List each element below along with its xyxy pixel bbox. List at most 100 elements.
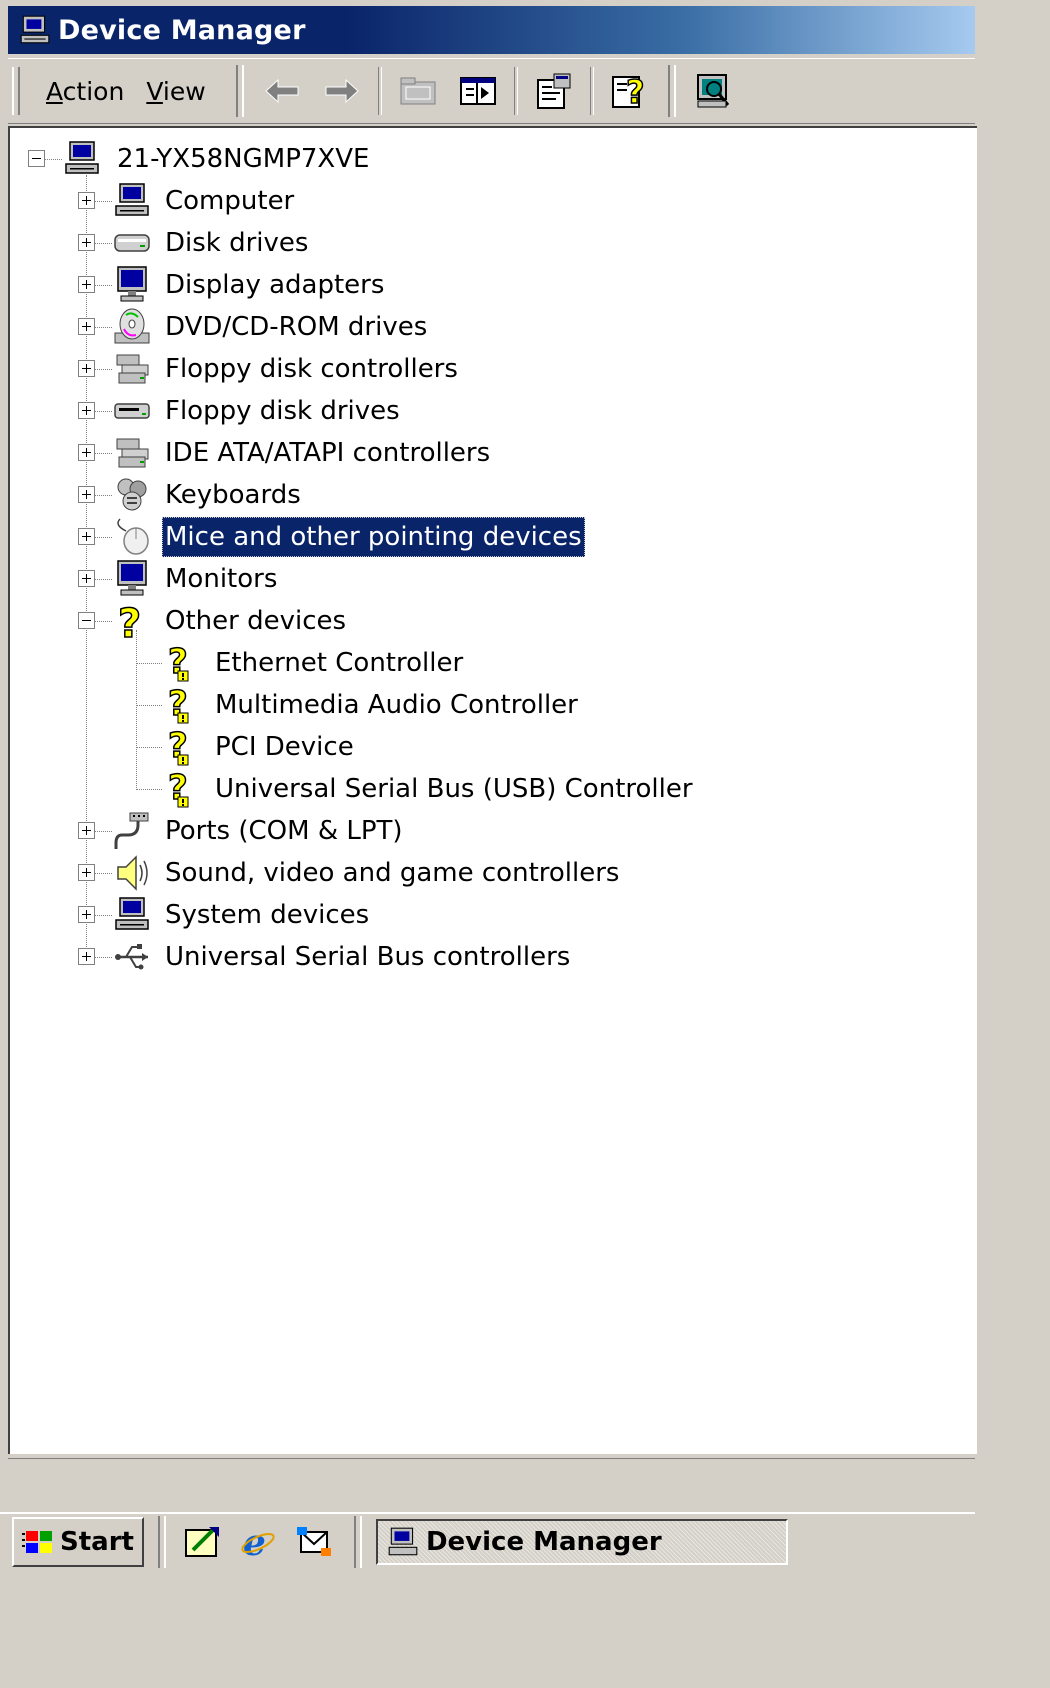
scan-hardware-button[interactable] <box>691 68 737 114</box>
tree-category[interactable]: Disk drives <box>10 222 970 264</box>
tree-category[interactable]: Monitors <box>10 558 970 600</box>
show-desktop-button[interactable] <box>182 1522 222 1562</box>
collapse-toggle[interactable] <box>78 612 95 629</box>
tree-line <box>95 873 112 874</box>
expand-toggle[interactable] <box>78 948 95 965</box>
tree-line <box>95 453 112 454</box>
tree-line <box>45 159 62 160</box>
tree-line <box>95 495 112 496</box>
tree-item-label[interactable]: Disk drives <box>162 223 311 263</box>
tree-item-label[interactable]: Multimedia Audio Controller <box>212 685 581 725</box>
expand-toggle[interactable] <box>78 360 95 377</box>
controller-icon <box>116 438 149 468</box>
expand-toggle[interactable] <box>78 906 95 923</box>
collapse-toggle[interactable] <box>28 150 45 167</box>
device-tree[interactable]: 21-YX58NGMP7XVE Computer Disk drives Displa… <box>10 128 977 1454</box>
device-tree-pane[interactable]: 21-YX58NGMP7XVE Computer Disk drives Displa… <box>8 126 977 1454</box>
expand-toggle[interactable] <box>78 444 95 461</box>
monitor-icon <box>117 560 147 596</box>
start-label: Start <box>60 1527 134 1557</box>
tree-category[interactable]: ? Other devices <box>10 600 970 642</box>
tree-category[interactable]: IDE ATA/ATAPI controllers <box>10 432 970 474</box>
tree-item-label[interactable]: 21-YX58NGMP7XVE <box>114 139 372 179</box>
forward-button[interactable] <box>319 68 365 114</box>
monitor-icon <box>117 266 147 302</box>
title-bar[interactable]: Device Manager <box>8 6 975 54</box>
tree-line <box>95 369 112 370</box>
tree-item-label[interactable]: Ethernet Controller <box>212 643 466 683</box>
tree-item-label[interactable]: System devices <box>162 895 372 935</box>
tree-category[interactable]: DVD/CD-ROM drives <box>10 306 970 348</box>
tree-line <box>136 789 162 790</box>
expand-toggle[interactable] <box>78 318 95 335</box>
expand-toggle[interactable] <box>78 192 95 209</box>
tree-device[interactable]: ? Multimedia Audio Controller <box>10 684 970 726</box>
tree-item-label[interactable]: Floppy disk controllers <box>162 349 461 389</box>
tree-item-label[interactable]: Ports (COM & LPT) <box>162 811 406 851</box>
tree-item-label[interactable]: DVD/CD-ROM drives <box>162 307 430 347</box>
warning-question-icon: ? <box>167 769 189 809</box>
tree-item-label[interactable]: PCI Device <box>212 727 357 767</box>
show-hide-console-tree-button[interactable] <box>455 68 501 114</box>
tree-item-label[interactable]: Floppy disk drives <box>162 391 403 431</box>
tree-category[interactable]: Sound, video and game controllers <box>10 852 970 894</box>
tree-item-label[interactable]: IDE ATA/ATAPI controllers <box>162 433 493 473</box>
tree-category[interactable]: Floppy disk controllers <box>10 348 970 390</box>
help-icon: ? <box>611 72 645 111</box>
expand-toggle[interactable] <box>78 570 95 587</box>
computer-icon <box>20 15 50 44</box>
mouse-icon <box>117 518 149 555</box>
expand-toggle[interactable] <box>78 528 95 545</box>
expand-toggle[interactable] <box>78 234 95 251</box>
tree-category[interactable]: Computer <box>10 180 970 222</box>
tree-item-label[interactable]: Universal Serial Bus controllers <box>162 937 573 977</box>
toolbar: Action View ? <box>8 58 975 124</box>
tree-item-label[interactable]: Other devices <box>162 601 349 641</box>
toolbar-grip[interactable] <box>12 67 20 115</box>
tree-device[interactable]: ? Universal Serial Bus (USB) Controller <box>10 768 970 810</box>
tree-line <box>95 327 112 328</box>
up-button[interactable] <box>395 68 441 114</box>
internet-explorer-icon: e <box>241 1523 275 1561</box>
tree-device[interactable]: ? Ethernet Controller <box>10 642 970 684</box>
right-arrow-icon <box>325 78 359 104</box>
port-icon <box>114 812 149 849</box>
menu-action[interactable]: Action <box>26 77 146 106</box>
menu-action-label: ction <box>62 76 125 106</box>
start-button[interactable]: Start <box>12 1517 144 1567</box>
status-bar <box>8 1458 975 1507</box>
expand-toggle[interactable] <box>78 402 95 419</box>
tree-item-label[interactable]: Display adapters <box>162 265 387 305</box>
expand-toggle[interactable] <box>78 822 95 839</box>
tree-root[interactable]: 21-YX58NGMP7XVE <box>10 138 970 180</box>
folder-up-icon <box>400 77 436 105</box>
tree-line <box>136 663 162 664</box>
tree-category[interactable]: Display adapters <box>10 264 970 306</box>
tree-category[interactable]: Universal Serial Bus controllers <box>10 936 970 978</box>
tree-item-label[interactable]: Computer <box>162 181 297 221</box>
tree-category[interactable]: System devices <box>10 894 970 936</box>
warning-question-icon: ? <box>167 727 189 767</box>
tree-category[interactable]: Ports (COM & LPT) <box>10 810 970 852</box>
tree-category[interactable]: Floppy disk drives <box>10 390 970 432</box>
expand-toggle[interactable] <box>78 864 95 881</box>
tree-item-label[interactable]: Mice and other pointing devices <box>162 517 585 557</box>
back-button[interactable] <box>259 68 305 114</box>
tree-category[interactable]: Mice and other pointing devices <box>10 516 970 558</box>
task-button-device-manager[interactable]: Device Manager <box>375 1519 788 1565</box>
tree-item-label[interactable]: Monitors <box>162 559 280 599</box>
tree-item-label[interactable]: Sound, video and game controllers <box>162 853 622 893</box>
internet-explorer-button[interactable]: e <box>238 1522 278 1562</box>
unknown-device-icon: ? <box>117 601 142 641</box>
tree-device[interactable]: ? PCI Device <box>10 726 970 768</box>
outlook-express-button[interactable] <box>294 1522 334 1562</box>
help-button[interactable]: ? <box>607 68 653 114</box>
tree-item-label[interactable]: Keyboards <box>162 475 304 515</box>
properties-button[interactable] <box>531 68 577 114</box>
tree-item-label[interactable]: Universal Serial Bus (USB) Controller <box>212 769 696 809</box>
expand-toggle[interactable] <box>78 486 95 503</box>
toolbar-separator <box>589 67 594 115</box>
menu-view[interactable]: View <box>146 77 227 106</box>
expand-toggle[interactable] <box>78 276 95 293</box>
tree-category[interactable]: Keyboards <box>10 474 970 516</box>
